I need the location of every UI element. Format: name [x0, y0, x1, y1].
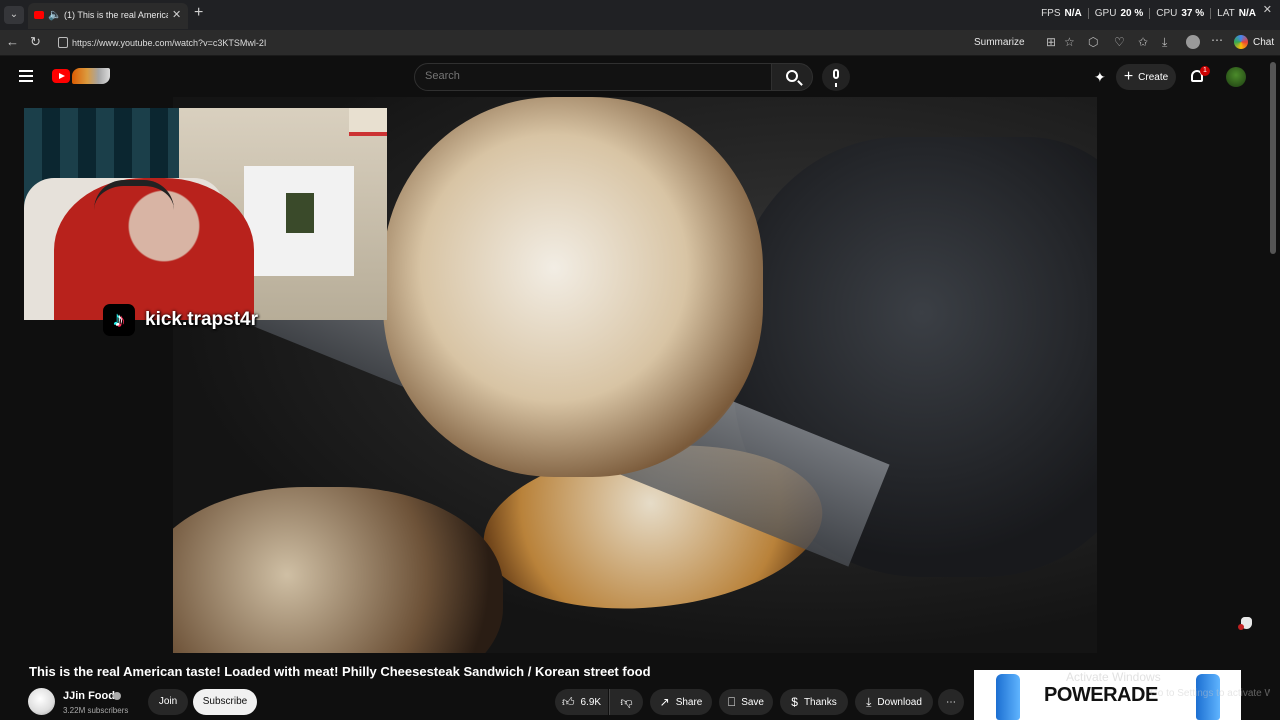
- search-button[interactable]: [771, 63, 813, 91]
- voice-search-button[interactable]: [822, 63, 850, 91]
- like-button[interactable]: 👍︎ 6.9K: [555, 689, 608, 715]
- subscribe-button[interactable]: Subscribe: [193, 689, 257, 715]
- ad-brand-text: POWERADE: [1044, 684, 1158, 706]
- youtube-masthead: ✦ + Create 1: [0, 57, 1280, 97]
- video-frame-cheesesteak-pile: [383, 97, 763, 477]
- download-button[interactable]: ⤓ Download: [855, 689, 933, 715]
- share-button[interactable]: ↗ Share: [650, 689, 712, 715]
- thanks-button[interactable]: $ Thanks: [780, 689, 848, 715]
- notification-badge: 1: [1200, 66, 1210, 76]
- save-label: Save: [741, 696, 764, 708]
- thumbs-up-icon: 👍︎: [561, 694, 575, 709]
- browser-tab[interactable]: 🔈 (1) This is the real American taste! L…: [28, 3, 188, 29]
- url-field[interactable]: https://www.youtube.com/watch?v=c3KTSMwl…: [50, 33, 1080, 53]
- new-tab-icon[interactable]: +: [194, 4, 203, 22]
- download-label: Download: [877, 696, 922, 708]
- back-arrow-icon[interactable]: ←: [6, 34, 19, 49]
- copilot-icon: [1234, 35, 1248, 49]
- share-arrow-icon: ↗: [659, 695, 670, 709]
- activate-windows-watermark: Activate Windows: [1066, 670, 1161, 684]
- browser-essentials-icon[interactable]: ♡: [1114, 35, 1125, 49]
- super-thanks-icon: $: [791, 695, 798, 709]
- thanks-label: Thanks: [803, 696, 837, 708]
- ad-bottle-left: [996, 674, 1020, 720]
- perf-fps: FPS N/A: [1041, 8, 1082, 19]
- site-info-icon[interactable]: [58, 37, 68, 48]
- channel-name[interactable]: JJin Food: [63, 690, 115, 702]
- hand-cursor-icon: [1238, 612, 1254, 630]
- tab-close-icon[interactable]: ✕: [172, 8, 181, 21]
- verified-check-icon: [113, 692, 121, 700]
- dislike-button[interactable]: 👎︎: [609, 689, 643, 715]
- kick-handle-badge: ♪ kick.trapst4r: [103, 302, 279, 338]
- search-input[interactable]: [425, 70, 755, 82]
- more-options-icon[interactable]: ⋯: [1211, 33, 1223, 47]
- chat-label: Chat: [1253, 36, 1275, 48]
- performance-overlay: FPS N/A GPU 20 % CPU 37 % LAT N/A: [1035, 8, 1262, 19]
- youtube-favicon-icon: [34, 11, 44, 19]
- activate-windows-subtext: Go to Settings to activate Windows.: [1150, 688, 1270, 699]
- summarize-button[interactable]: Summarize: [974, 37, 1025, 48]
- favorites-icon[interactable]: ✩: [1138, 35, 1148, 49]
- video-title: This is the real American taste! Loaded …: [29, 664, 651, 679]
- create-button[interactable]: + Create: [1116, 64, 1176, 90]
- webcam-shirt-print: [286, 193, 314, 233]
- share-label: Share: [675, 696, 703, 708]
- browser-tab-bar: ⌄ 🔈 (1) This is the real American taste!…: [0, 0, 1280, 30]
- account-avatar[interactable]: [1226, 67, 1246, 87]
- url-text: https://www.youtube.com/watch?v=c3KTSMwl…: [72, 38, 267, 48]
- scrollbar-thumb[interactable]: [1270, 62, 1276, 254]
- channel-avatar[interactable]: [28, 688, 55, 715]
- downloads-icon[interactable]: ⤓: [1162, 35, 1167, 50]
- tiktok-icon: ♪: [103, 304, 135, 336]
- profile-avatar-icon[interactable]: [1186, 35, 1200, 49]
- more-actions-button[interactable]: ⋯: [938, 689, 964, 715]
- menu-hamburger-icon[interactable]: [19, 70, 33, 82]
- subscriber-count: 3.22M subscribers: [63, 706, 129, 715]
- copilot-chat-button[interactable]: Chat: [1234, 35, 1274, 49]
- tab-search-dropdown[interactable]: ⌄: [4, 6, 24, 24]
- search-box: [414, 63, 772, 91]
- youtube-doodle-logo[interactable]: [72, 68, 110, 84]
- audio-playing-icon[interactable]: 🔈: [48, 8, 62, 21]
- like-count: 6.9K: [580, 696, 602, 708]
- save-button[interactable]: ⎕ Save: [719, 689, 773, 715]
- microphone-icon: [833, 69, 839, 87]
- plus-icon: +: [1123, 68, 1134, 85]
- bookmark-icon: ⎕: [728, 694, 736, 709]
- extensions-icon[interactable]: ⬡: [1088, 35, 1098, 49]
- create-label: Create: [1138, 71, 1169, 83]
- thumbs-down-icon: 👎︎: [620, 694, 633, 709]
- search-icon: [786, 70, 798, 82]
- youtube-logo-icon[interactable]: [52, 69, 70, 83]
- more-dots-icon: ⋯: [946, 696, 956, 708]
- window-close-icon[interactable]: ✕: [1263, 3, 1272, 16]
- ask-sparkle-icon[interactable]: ✦: [1094, 69, 1106, 86]
- tab-title: (1) This is the real American taste! Loa…: [64, 10, 168, 20]
- kick-handle-text: kick.trapst4r: [145, 309, 259, 330]
- download-icon: ⤓: [866, 694, 872, 709]
- favorite-star-icon[interactable]: ☆: [1064, 35, 1075, 49]
- join-button[interactable]: Join: [148, 689, 188, 715]
- perf-cpu: CPU 37 %: [1149, 8, 1210, 19]
- app-available-icon[interactable]: ⊞: [1046, 35, 1056, 49]
- perf-lat: LAT N/A: [1210, 8, 1262, 19]
- reload-icon[interactable]: ↻: [30, 34, 41, 50]
- webcam-poster: [349, 108, 387, 136]
- perf-gpu: GPU 20 %: [1087, 8, 1149, 19]
- streamer-webcam: [24, 108, 387, 320]
